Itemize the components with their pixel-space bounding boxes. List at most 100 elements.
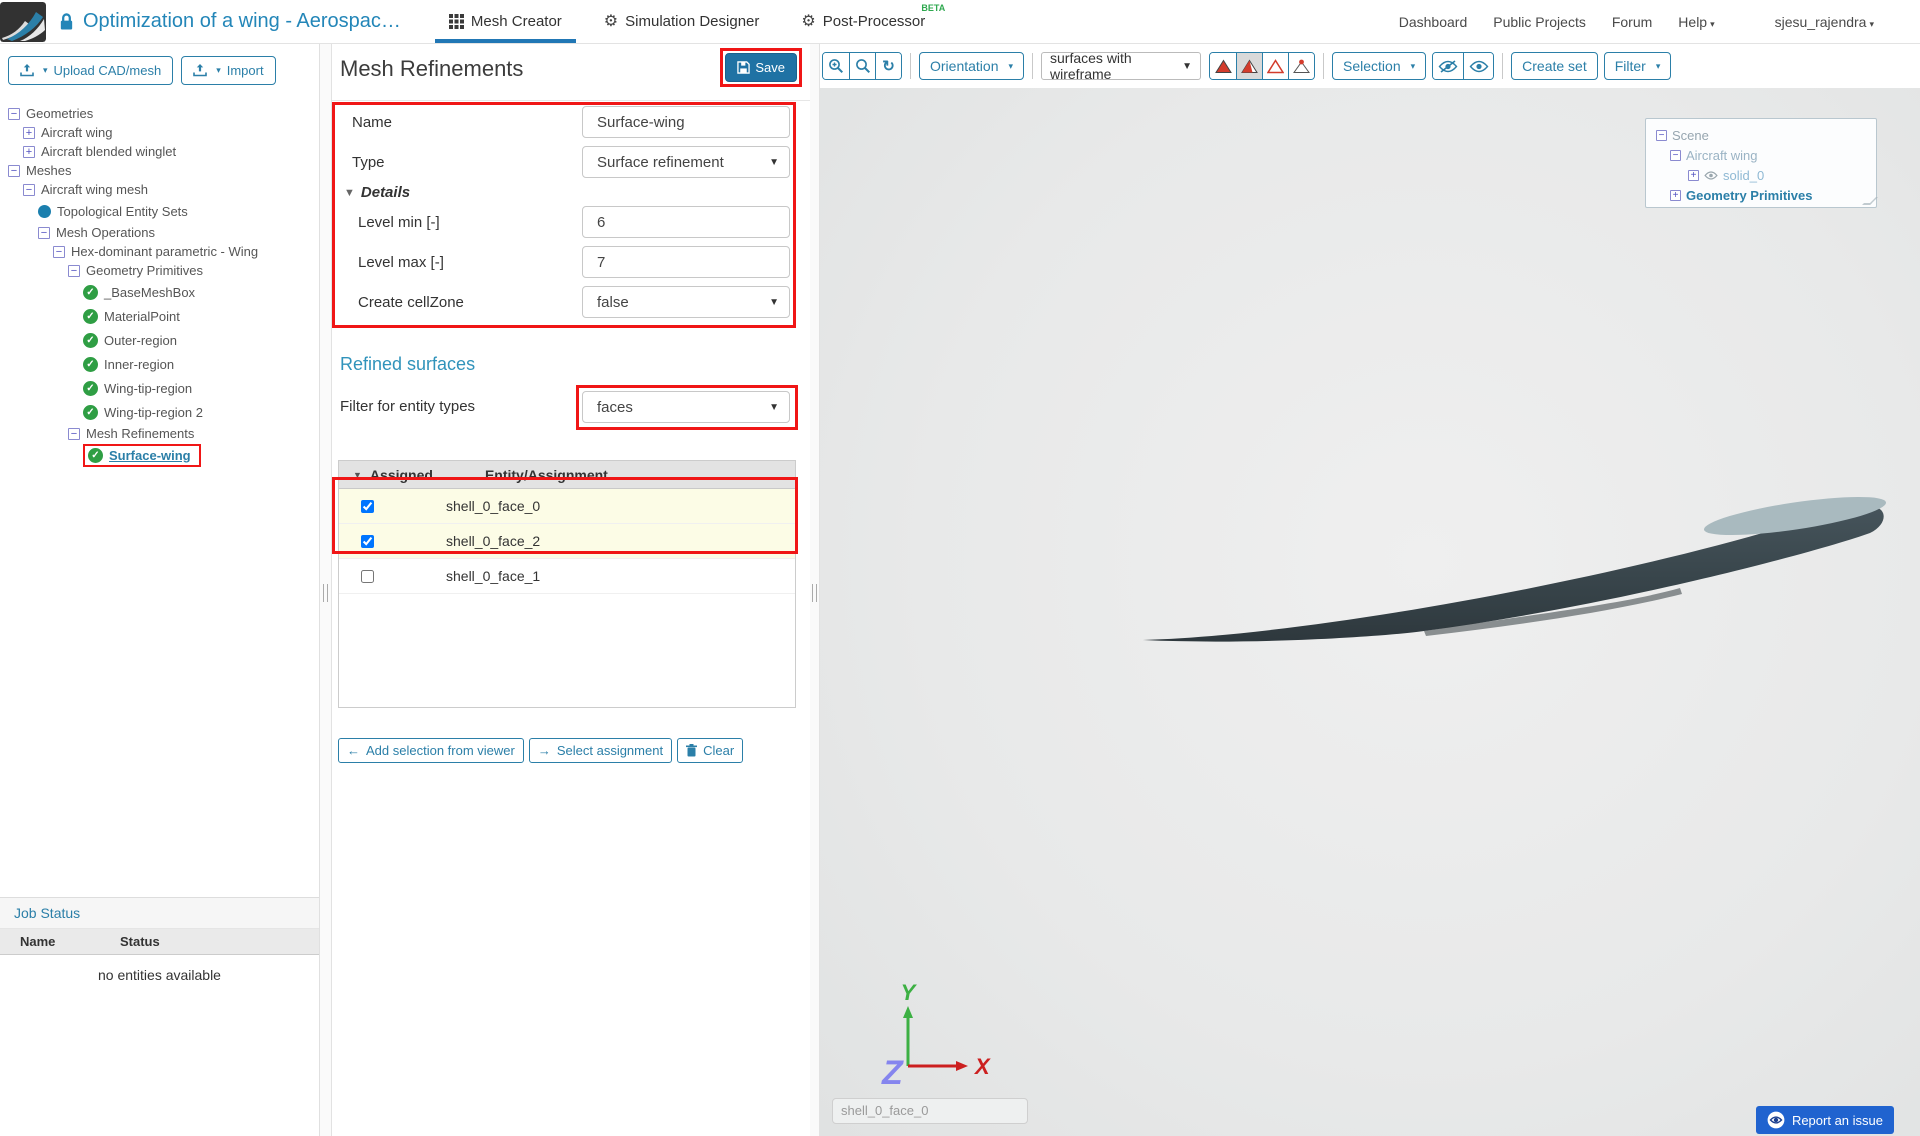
selection-dropdown[interactable]: Selection ▾ xyxy=(1332,52,1427,80)
surface-wireframe-view-icon[interactable] xyxy=(1236,53,1263,79)
tree-item-outer-region[interactable]: ✓ Outer-region xyxy=(0,328,319,352)
panel-resize-handle[interactable] xyxy=(810,44,820,1136)
clear-button[interactable]: Clear xyxy=(677,738,744,763)
filter-dropdown[interactable]: Filter ▾ xyxy=(1603,52,1672,80)
tree-item-geometries[interactable]: − Geometries xyxy=(0,104,319,123)
level-min-field[interactable] xyxy=(582,206,790,238)
column-assigned: Assigned xyxy=(369,466,433,483)
expand-icon[interactable]: + xyxy=(23,145,35,158)
render-mode-select[interactable]: surfaces with wireframe ▼ xyxy=(1041,50,1202,82)
expand-icon[interactable]: + xyxy=(23,126,35,139)
sort-desc-icon[interactable]: ▼ xyxy=(353,470,362,480)
page-title: Mesh Refinements xyxy=(340,56,524,81)
select-caret-icon: ▼ xyxy=(769,156,779,168)
collapse-icon[interactable]: − xyxy=(1656,129,1667,141)
row-checkbox[interactable] xyxy=(361,534,374,548)
create-set-button[interactable]: Create set xyxy=(1511,52,1598,80)
tree-item-surface-wing[interactable]: ✓ Surface-wing xyxy=(0,443,319,467)
tree-item-aircraft-blended-winglet[interactable]: + Aircraft blended winglet xyxy=(0,142,319,161)
tree-item-aircraft-wing[interactable]: + Aircraft wing xyxy=(0,123,319,142)
collapse-icon[interactable]: − xyxy=(68,427,80,440)
check-circle-icon: ✓ xyxy=(83,308,98,324)
tree-item-wing-tip-region-2[interactable]: ✓ Wing-tip-region 2 xyxy=(0,400,319,424)
tab-mesh-creator[interactable]: Mesh Creator xyxy=(435,0,576,43)
surface-view-icon[interactable] xyxy=(1210,53,1237,79)
upload-cad-button[interactable]: ▾ Upload CAD/mesh xyxy=(8,56,174,85)
collapse-icon[interactable]: − xyxy=(68,264,80,277)
mesh-refinements-panel: Mesh Refinements Save Name Type Surface … xyxy=(332,44,810,1136)
selection-name-field[interactable]: shell_0_face_0 xyxy=(832,1098,1028,1124)
check-circle-icon: ✓ xyxy=(83,380,98,396)
nav-link-public-projects[interactable]: Public Projects xyxy=(1493,14,1586,30)
type-select[interactable]: Surface refinement ▼ xyxy=(582,146,790,178)
cellzone-select[interactable]: false ▼ xyxy=(582,286,790,318)
scene-tree-item-aircraft-wing[interactable]: − Aircraft wing xyxy=(1646,145,1876,165)
report-issue-button[interactable]: Report an issue xyxy=(1755,1106,1894,1134)
divider xyxy=(1502,53,1504,79)
collapse-icon[interactable]: − xyxy=(8,107,20,120)
eye-icon[interactable] xyxy=(1704,170,1718,180)
table-header[interactable]: ▼ Assigned Entity/Assignment xyxy=(339,461,795,489)
collapse-icon[interactable]: − xyxy=(8,164,20,177)
tab-simulation-designer[interactable]: ⚙ Simulation Designer xyxy=(590,0,774,43)
tree-item-meshes[interactable]: − Meshes xyxy=(0,161,319,180)
scene-tree-item-geometry-primitives[interactable]: + Geometry Primitives xyxy=(1646,185,1876,205)
tree-item-topological-entity-sets[interactable]: Topological Entity Sets xyxy=(0,199,319,223)
name-field[interactable] xyxy=(582,106,790,138)
viewport-3d[interactable]: − Scene − Aircraft wing + solid_0 + Geom… xyxy=(820,88,1920,1136)
entity-filter-select[interactable]: faces ▼ xyxy=(582,391,790,423)
table-row[interactable]: shell_0_face_0 xyxy=(339,489,795,524)
tree-item-mesh-operations[interactable]: − Mesh Operations xyxy=(0,223,319,242)
collapse-icon[interactable]: − xyxy=(38,226,50,239)
show-selection-icon[interactable] xyxy=(1463,53,1494,79)
app-logo-icon[interactable] xyxy=(0,2,46,42)
tree-label: Geometry Primitives xyxy=(86,263,204,278)
save-button[interactable]: Save xyxy=(725,53,797,82)
tab-label: Mesh Creator xyxy=(470,13,562,30)
tree-item-geometry-primitives[interactable]: − Geometry Primitives xyxy=(0,261,319,280)
help-menu[interactable]: Help ▾ xyxy=(1678,14,1714,30)
job-column-status: Status xyxy=(120,934,160,949)
scene-tree-item-solid-0[interactable]: + solid_0 xyxy=(1646,165,1876,185)
level-max-field[interactable] xyxy=(582,246,790,278)
tree-item-aircraft-wing-mesh[interactable]: − Aircraft wing mesh xyxy=(0,180,319,199)
refresh-icon[interactable]: ↻ xyxy=(875,53,901,79)
nav-link-forum[interactable]: Forum xyxy=(1612,14,1652,30)
zoom-fit-icon[interactable] xyxy=(849,53,875,79)
expand-icon[interactable]: + xyxy=(1670,189,1681,201)
row-checkbox[interactable] xyxy=(361,499,374,513)
project-title[interactable]: Optimization of a wing - Aerospac… xyxy=(83,10,401,33)
tree-item-materialpoint[interactable]: ✓ MaterialPoint xyxy=(0,304,319,328)
level-min-label: Level min [-] xyxy=(358,214,440,231)
tree-item-wing-tip-region[interactable]: ✓ Wing-tip-region xyxy=(0,376,319,400)
select-assignment-button[interactable]: → Select assignment xyxy=(528,738,673,763)
sidebar-resize-handle[interactable] xyxy=(320,44,332,1136)
collapse-icon[interactable]: − xyxy=(1670,149,1681,161)
chevron-down-icon: ▾ xyxy=(1655,60,1661,71)
chevron-down-icon: ▾ xyxy=(1410,60,1416,71)
import-button[interactable]: ▾ Import xyxy=(181,56,276,85)
nav-link-dashboard[interactable]: Dashboard xyxy=(1399,14,1468,30)
add-selection-button[interactable]: ← Add selection from viewer xyxy=(338,738,524,763)
user-menu[interactable]: sjesu_rajendra ▾ xyxy=(1775,14,1874,30)
table-row[interactable]: shell_0_face_2 xyxy=(339,524,795,559)
hide-selection-icon[interactable] xyxy=(1433,53,1464,79)
expand-icon[interactable]: + xyxy=(1688,169,1699,181)
points-view-icon[interactable] xyxy=(1288,53,1315,79)
tree-item-basemeshbox[interactable]: ✓ _BaseMeshBox xyxy=(0,280,319,304)
scene-tree-item-scene[interactable]: − Scene xyxy=(1646,125,1876,145)
details-section-header[interactable]: ▼ Details xyxy=(344,184,410,201)
row-checkbox[interactable] xyxy=(361,569,374,583)
tree-item-mesh-refinements[interactable]: − Mesh Refinements xyxy=(0,424,319,443)
tree-item-inner-region[interactable]: ✓ Inner-region xyxy=(0,352,319,376)
table-row[interactable]: shell_0_face_1 xyxy=(339,559,795,594)
navbar-right: Dashboard Public Projects Forum Help ▾ sj… xyxy=(1399,0,1920,43)
collapse-icon[interactable]: − xyxy=(53,245,65,258)
collapse-icon[interactable]: − xyxy=(23,183,35,196)
tree-item-hex-dominant-parametric[interactable]: − Hex-dominant parametric - Wing xyxy=(0,242,319,261)
zoom-in-icon[interactable] xyxy=(823,53,849,79)
wireframe-view-icon[interactable] xyxy=(1262,53,1289,79)
grip-icon xyxy=(812,584,817,602)
orientation-dropdown[interactable]: Orientation ▾ xyxy=(919,52,1025,80)
tab-post-processor[interactable]: ⚙ Post-Processor BETA xyxy=(787,0,945,43)
